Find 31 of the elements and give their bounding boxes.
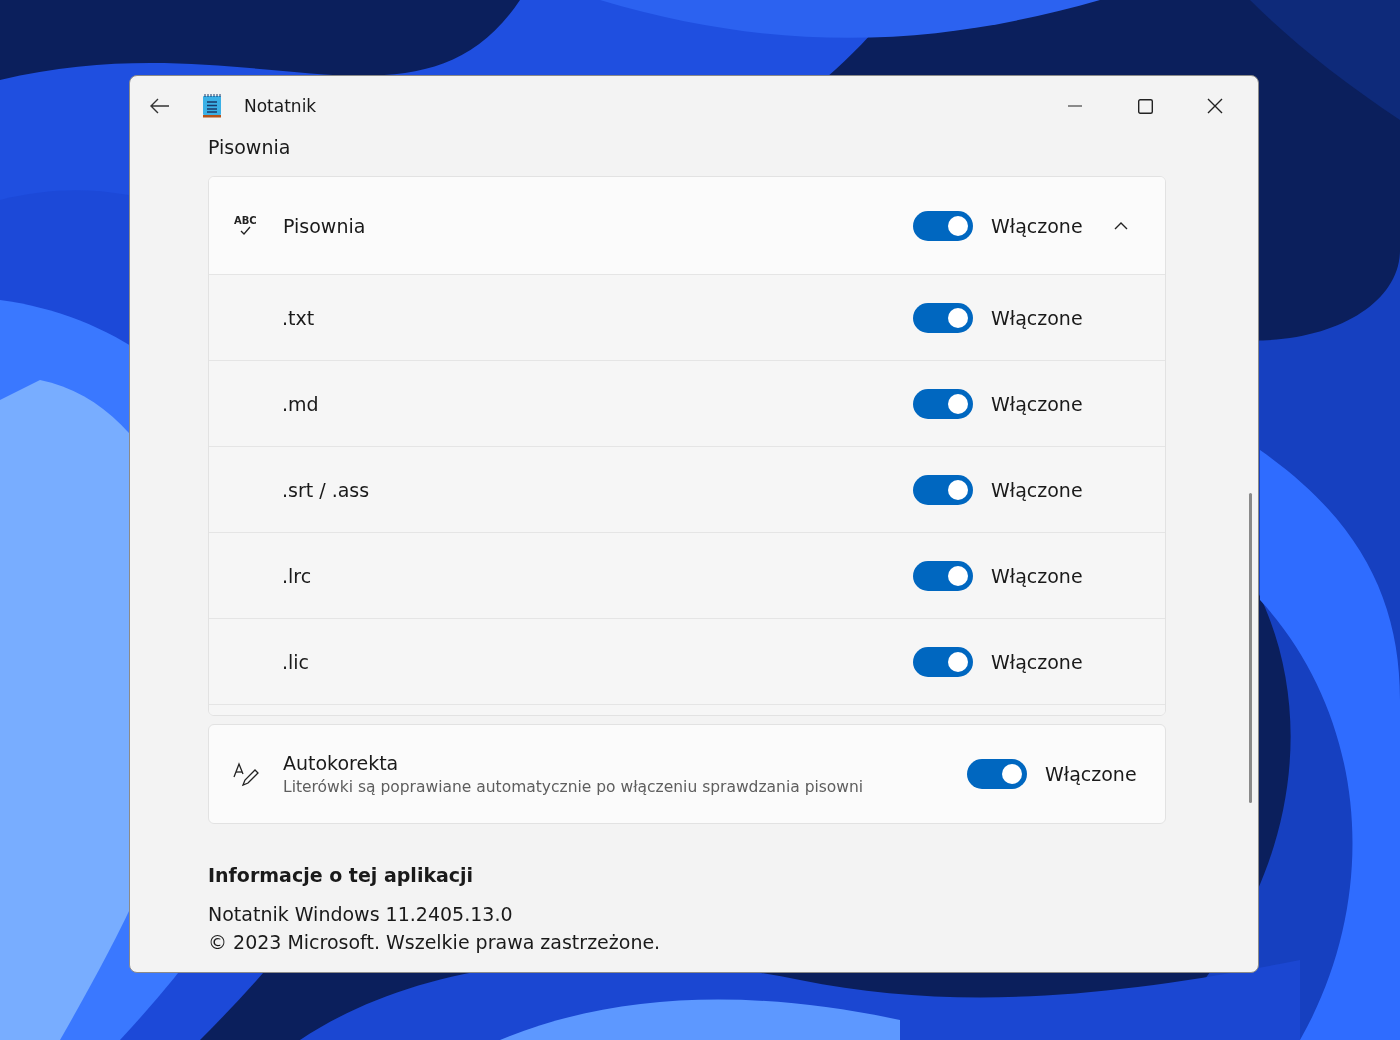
scrollbar-thumb[interactable] — [1249, 493, 1252, 803]
file-type-label: .lrc — [282, 564, 313, 587]
expander-header[interactable]: ABC Pisownia Włączone — [209, 177, 1165, 275]
window-title: Notatnik — [244, 96, 317, 116]
toggle-state-label: Włączone — [991, 650, 1083, 673]
file-type-label: .lic — [282, 650, 311, 673]
toggle-switch[interactable] — [913, 302, 973, 333]
notepad-icon — [202, 93, 222, 119]
version-text: Notatnik Windows 11.2405.13.0 — [208, 902, 514, 927]
copyright-text: © 2023 Microsoft. Wszelkie prawa zastrzeżone. — [208, 930, 662, 955]
toggle-state-label: Włączone — [991, 214, 1083, 237]
file-type-label: .txt — [282, 306, 316, 329]
toggle-switch[interactable] — [913, 560, 973, 591]
about-heading: Informacje o tej aplikacji — [208, 864, 475, 886]
file-type-label: .md — [282, 392, 320, 415]
toggle-switch[interactable] — [913, 210, 973, 241]
toggle-state-label: Włączone — [991, 392, 1083, 415]
toggle-state-label: Włączone — [991, 478, 1083, 501]
setting-description: Literówki są poprawiane automatycznie po włączeniu sprawdzania pisowni — [283, 778, 865, 796]
toggle-switch[interactable] — [967, 759, 1027, 789]
file-type-label: .srt / .ass — [282, 478, 371, 501]
autocorrect-icon — [233, 761, 259, 787]
toggle-switch[interactable] — [913, 388, 973, 419]
setting-label: Pisownia — [283, 214, 367, 237]
toggle-switch[interactable] — [913, 646, 973, 677]
section-title: Pisownia — [208, 136, 292, 158]
toggle-state-label: Włączone — [991, 564, 1083, 587]
toggle-state-label: Włączone — [1045, 763, 1137, 785]
toggle-switch[interactable] — [913, 474, 973, 505]
toggle-state-label: Włączone — [991, 306, 1083, 329]
setting-label: Autokorekta — [283, 752, 400, 774]
